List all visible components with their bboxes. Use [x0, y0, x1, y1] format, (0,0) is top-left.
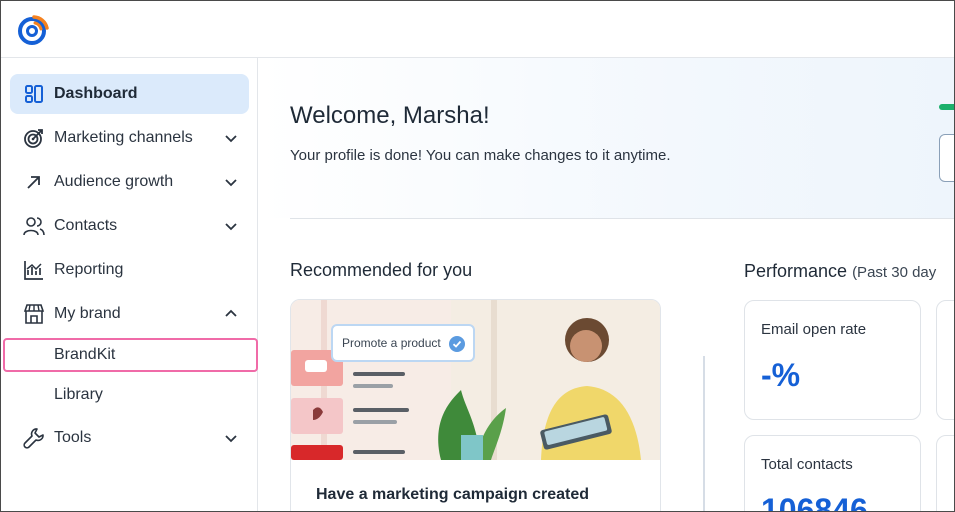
chevron-up-icon[interactable]	[223, 306, 239, 322]
chart-icon	[22, 258, 46, 282]
sidebar-item-tools[interactable]: Tools	[10, 418, 249, 458]
profile-action-button[interactable]	[939, 134, 954, 182]
metric-card-partial[interactable]	[936, 300, 954, 420]
sidebar-item-marketing-channels[interactable]: Marketing channels	[10, 118, 249, 158]
sidebar-item-label: Audience growth	[54, 173, 174, 190]
sidebar-item-label: Dashboard	[54, 85, 138, 102]
performance-title: Performance (Past 30 day	[744, 261, 936, 282]
sidebar-item-label: Reporting	[54, 261, 124, 278]
sidebar-item-audience-growth[interactable]: Audience growth	[10, 162, 249, 202]
metric-card-partial[interactable]	[936, 435, 954, 511]
sidebar-item-dashboard[interactable]: Dashboard	[10, 74, 249, 114]
promo-tag-label: Promote a product	[342, 336, 441, 350]
target-icon	[22, 126, 46, 150]
app-window: Dashboard Marketing channels Audience gr…	[0, 0, 955, 512]
metric-value: -%	[761, 357, 801, 393]
chevron-down-icon[interactable]	[223, 218, 239, 234]
recommendation-card[interactable]: Promote a product Have a marketing campa…	[290, 299, 661, 511]
recommended-title: Recommended for you	[290, 260, 473, 280]
metric-label: Total contacts	[761, 456, 853, 473]
chevron-down-icon[interactable]	[223, 174, 239, 190]
sidebar: Dashboard Marketing channels Audience gr…	[1, 58, 258, 511]
sidebar-subitem-brandkit[interactable]: BrandKit	[3, 338, 258, 372]
constant-contact-logo-icon[interactable]	[16, 13, 50, 47]
dashboard-icon	[22, 82, 46, 106]
main-content: Welcome, Marsha! Your profile is done! Y…	[259, 58, 954, 512]
welcome-banner: Welcome, Marsha! Your profile is done! Y…	[259, 58, 954, 218]
arrow-up-right-icon	[22, 170, 46, 194]
performance-title-text: Performance	[744, 261, 848, 281]
sidebar-item-reporting[interactable]: Reporting	[10, 250, 249, 290]
sidebar-item-label: Tools	[54, 429, 92, 446]
sidebar-item-label: Marketing channels	[54, 129, 193, 146]
welcome-subtitle: Your profile is done! You can make chang…	[290, 147, 671, 164]
sidebar-item-my-brand[interactable]: My brand	[10, 294, 249, 334]
performance-range: (Past 30 day	[852, 264, 937, 281]
wrench-icon	[22, 426, 46, 450]
recommendation-image: Promote a product	[291, 300, 660, 460]
promote-product-tag: Promote a product	[331, 324, 475, 362]
sidebar-item-label: Contacts	[54, 217, 118, 234]
contacts-icon	[22, 214, 46, 238]
metric-value: 106846	[761, 492, 868, 512]
chevron-down-icon[interactable]	[223, 130, 239, 146]
sidebar-subitem-library[interactable]: Library	[3, 378, 258, 412]
sidebar-item-contacts[interactable]: Contacts	[10, 206, 249, 246]
metric-card-total-contacts[interactable]: Total contacts 106846	[744, 435, 921, 512]
sidebar-item-label: My brand	[54, 305, 121, 322]
divider	[290, 218, 954, 219]
top-bar	[1, 1, 954, 58]
metric-card-email-open-rate[interactable]: Email open rate -%	[744, 300, 921, 420]
profile-progress-bar	[939, 104, 954, 110]
page-title: Welcome, Marsha!	[290, 102, 490, 129]
check-icon	[449, 336, 465, 352]
recommendation-caption: Have a marketing campaign created	[316, 486, 590, 503]
carousel-scroll-indicator[interactable]	[703, 356, 705, 511]
metric-label: Email open rate	[761, 321, 867, 338]
chevron-down-icon[interactable]	[223, 430, 239, 446]
storefront-icon	[22, 302, 46, 326]
